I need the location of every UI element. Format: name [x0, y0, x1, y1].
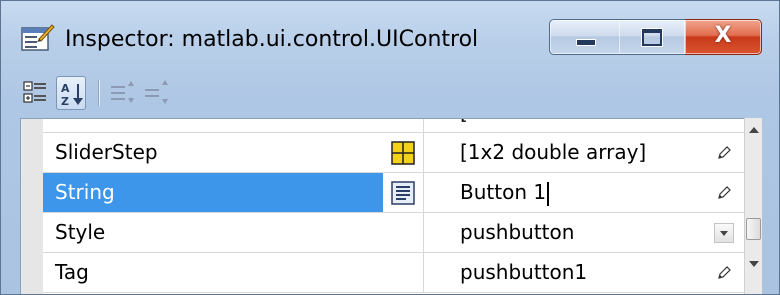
toolbar-separator	[98, 80, 99, 106]
property-value-text: Button 1	[460, 180, 547, 204]
inspector-window: Inspector: matlab.ui.control.UIControl X	[0, 0, 780, 295]
string-value-editor[interactable]: Button 1	[423, 173, 745, 212]
minimize-icon	[576, 39, 596, 46]
minimize-button[interactable]	[549, 19, 621, 55]
property-value[interactable]: pushbutton	[423, 213, 745, 252]
grid-gutter	[21, 119, 43, 294]
expand-all-button[interactable]	[108, 76, 138, 110]
edit-cell	[383, 173, 423, 212]
categorized-view-button[interactable]	[20, 76, 50, 110]
edit-cell	[383, 253, 423, 292]
property-grid: [ SliderStep [1x2 double array] String	[20, 118, 746, 294]
property-value-text: pushbutton1	[460, 260, 588, 284]
property-name: Style	[55, 220, 106, 244]
property-row-tag[interactable]: Tag pushbutton1	[43, 253, 745, 293]
inspector-icon	[21, 24, 55, 51]
property-row[interactable]: [	[43, 119, 745, 133]
collapse-all-button[interactable]	[142, 76, 172, 110]
expand-all-icon	[111, 81, 134, 103]
property-value-text: pushbutton	[460, 220, 575, 244]
scroll-up-icon[interactable]	[749, 127, 759, 133]
pencil-icon[interactable]	[716, 145, 732, 161]
sort-alphabetical-button[interactable]: A Z	[56, 76, 86, 110]
property-name: String	[43, 173, 383, 212]
categorized-view-icon	[23, 81, 46, 103]
edit-cell	[383, 213, 423, 252]
property-name: Tag	[55, 260, 89, 284]
title-bar[interactable]: Inspector: matlab.ui.control.UIControl X	[1, 1, 779, 55]
pencil-icon[interactable]	[716, 185, 732, 201]
text-editor-icon[interactable]	[391, 181, 415, 205]
text-caret	[547, 181, 550, 206]
window-title: Inspector: matlab.ui.control.UIControl	[65, 27, 479, 52]
maximize-button[interactable]	[619, 19, 686, 55]
scroll-down-icon[interactable]	[749, 261, 759, 267]
property-value[interactable]: [	[423, 119, 745, 132]
collapse-all-icon	[145, 80, 168, 104]
property-value[interactable]: pushbutton1	[423, 253, 745, 292]
property-row-string[interactable]: String Button 1	[43, 173, 745, 213]
scrollbar-thumb[interactable]	[746, 218, 761, 240]
maximize-icon	[641, 28, 663, 47]
property-name: SliderStep	[55, 140, 158, 164]
sort-alphabetical-icon: A Z	[61, 82, 83, 108]
property-value-text: [1x2 double array]	[460, 140, 647, 164]
property-row-sliderstep[interactable]: SliderStep [1x2 double array]	[43, 133, 745, 173]
property-name	[43, 119, 383, 132]
toolbar: A Z	[18, 74, 762, 118]
edit-cell	[383, 133, 423, 172]
svg-text:A: A	[61, 82, 70, 95]
pencil-icon[interactable]	[716, 265, 732, 281]
svg-text:Z: Z	[61, 95, 69, 108]
edit-cell	[383, 119, 423, 132]
property-row-style[interactable]: Style pushbutton	[43, 213, 745, 253]
array-editor-icon[interactable]	[391, 141, 415, 165]
close-icon: X	[714, 23, 732, 48]
close-button[interactable]: X	[685, 19, 762, 55]
caption-buttons: X	[549, 19, 762, 55]
property-value[interactable]: [1x2 double array]	[423, 133, 745, 172]
dropdown-arrow-icon[interactable]	[714, 223, 734, 243]
vertical-scrollbar[interactable]	[744, 118, 762, 294]
